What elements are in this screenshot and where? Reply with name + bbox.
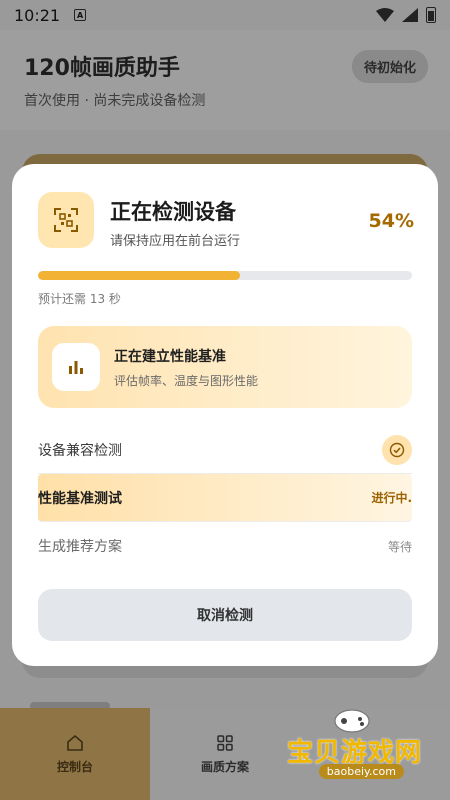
app-header: 120帧画质助手 首次使用 · 尚未完成设备检测 待初始化 <box>0 30 450 130</box>
app-subtitle: 首次使用 · 尚未完成设备检测 <box>24 93 206 109</box>
battery-icon <box>426 7 436 23</box>
nav-item-console[interactable]: 控制台 <box>0 708 150 800</box>
grid-icon <box>217 734 233 751</box>
watermark-logo: 宝贝游戏网 baobeiy.com <box>272 706 422 786</box>
scan-icon-badge <box>38 192 94 248</box>
wifi-icon <box>376 8 394 22</box>
nav-label-quality-plans: 画质方案 <box>200 759 249 774</box>
notification-icon: A <box>74 9 87 21</box>
progress-percent: 54% <box>368 210 414 232</box>
qr-scan-icon <box>54 208 78 232</box>
step-status: 进行中. <box>371 491 412 505</box>
status-bar: 10:21 A <box>0 0 450 30</box>
step-label: 性能基准测试 <box>38 490 122 507</box>
watermark-url: baobeiy.com <box>318 764 404 779</box>
step-compatibility: 设备兼容检测 <box>38 426 412 474</box>
dialog-title: 正在检测设备 <box>110 200 236 224</box>
init-status-badge[interactable]: 待初始化 <box>351 50 428 83</box>
step-label: 设备兼容检测 <box>38 442 122 459</box>
check-icon <box>382 434 412 465</box>
status-time: 10:21 <box>14 5 61 25</box>
step-label: 生成推荐方案 <box>38 539 122 555</box>
stage-title: 正在建立性能基准 <box>114 349 226 365</box>
cancel-detection-button[interactable]: 取消检测 <box>38 589 412 641</box>
current-stage-card: 正在建立性能基准 评估帧率、温度与图形性能 <box>38 326 412 408</box>
step-status: 等待 <box>387 539 412 554</box>
signal-icon <box>402 8 418 22</box>
eta-text: 预计还需 13 秒 <box>38 292 121 306</box>
step-recommendation: 生成推荐方案 等待 <box>38 522 412 570</box>
nav-label-console: 控制台 <box>56 759 93 774</box>
home-icon <box>67 734 83 751</box>
step-benchmark: 性能基准测试 进行中. <box>38 474 412 522</box>
dialog-subtitle: 请保持应用在前台运行 <box>110 234 241 249</box>
device-check-dialog: 正在检测设备 请保持应用在前台运行 54% 预计还需 13 秒 正在建立性能基准… <box>12 164 438 666</box>
app-title: 120帧画质助手 <box>24 56 180 81</box>
progress-bar-fill <box>38 271 240 280</box>
stage-description: 评估帧率、温度与图形性能 <box>114 374 259 388</box>
stage-icon-badge <box>52 343 100 391</box>
gamepad-mascot-icon <box>334 709 370 733</box>
progress-bar <box>38 271 412 280</box>
status-icons <box>376 7 436 23</box>
bar-chart-icon <box>69 361 83 374</box>
